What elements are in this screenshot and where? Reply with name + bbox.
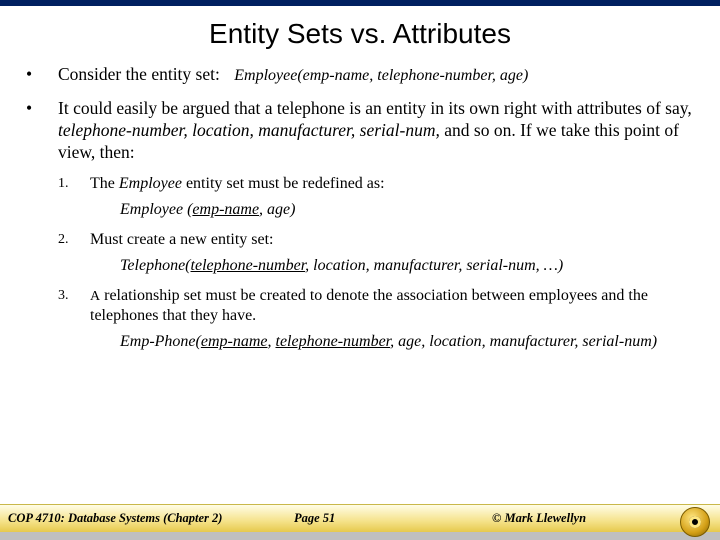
top-accent-bar (0, 0, 720, 6)
bullet-item: • It could easily be argued that a telep… (24, 98, 696, 362)
num-body: Must create a new entity set: (90, 230, 696, 250)
bullet-marker: • (24, 64, 58, 86)
num-body: The Employee entity set must be redefine… (90, 174, 696, 194)
footer-strip (0, 532, 720, 540)
entity-signature: Employee(emp-name, telephone-number, age… (234, 67, 528, 84)
footer-page: Page 51 (294, 511, 492, 526)
footer-bar: COP 4710: Database Systems (Chapter 2) P… (0, 504, 720, 532)
slide-content: • Consider the entity set: Employee(emp-… (0, 64, 720, 362)
logo-inner (689, 516, 701, 528)
definition-line: Telephone(telephone-number, location, ma… (120, 256, 696, 276)
numbered-item: 1. The Employee entity set must be redef… (58, 174, 696, 194)
num-index: 3. (58, 286, 90, 326)
slide-footer: COP 4710: Database Systems (Chapter 2) P… (0, 504, 720, 540)
footer-course: COP 4710: Database Systems (Chapter 2) (8, 511, 294, 526)
ucf-logo-icon (680, 507, 710, 537)
bullet-text-ital: telephone-number, location, manufacturer… (58, 120, 440, 140)
definition-line: Emp-Phone(emp-name, telephone-number, ag… (120, 332, 696, 352)
bullet-body: It could easily be argued that a telepho… (58, 98, 696, 362)
bullet-item: • Consider the entity set: Employee(emp-… (24, 64, 696, 86)
numbered-list: 1. The Employee entity set must be redef… (58, 174, 696, 352)
bullet-lead: Consider the entity set: (58, 64, 220, 84)
numbered-item: 2. Must create a new entity set: (58, 230, 696, 250)
numbered-item: 3. A relationship set must be created to… (58, 286, 696, 326)
num-index: 2. (58, 230, 90, 250)
bullet-text-a: It could easily be argued that a telepho… (58, 98, 692, 118)
num-body: A relationship set must be created to de… (90, 286, 696, 326)
footer-author: © Mark Llewellyn (492, 511, 712, 526)
slide-title: Entity Sets vs. Attributes (0, 18, 720, 50)
num-index: 1. (58, 174, 90, 194)
bullet-marker: • (24, 98, 58, 362)
bullet-body: Consider the entity set: Employee(emp-na… (58, 64, 696, 86)
definition-line: Employee (emp-name, age) (120, 200, 696, 220)
